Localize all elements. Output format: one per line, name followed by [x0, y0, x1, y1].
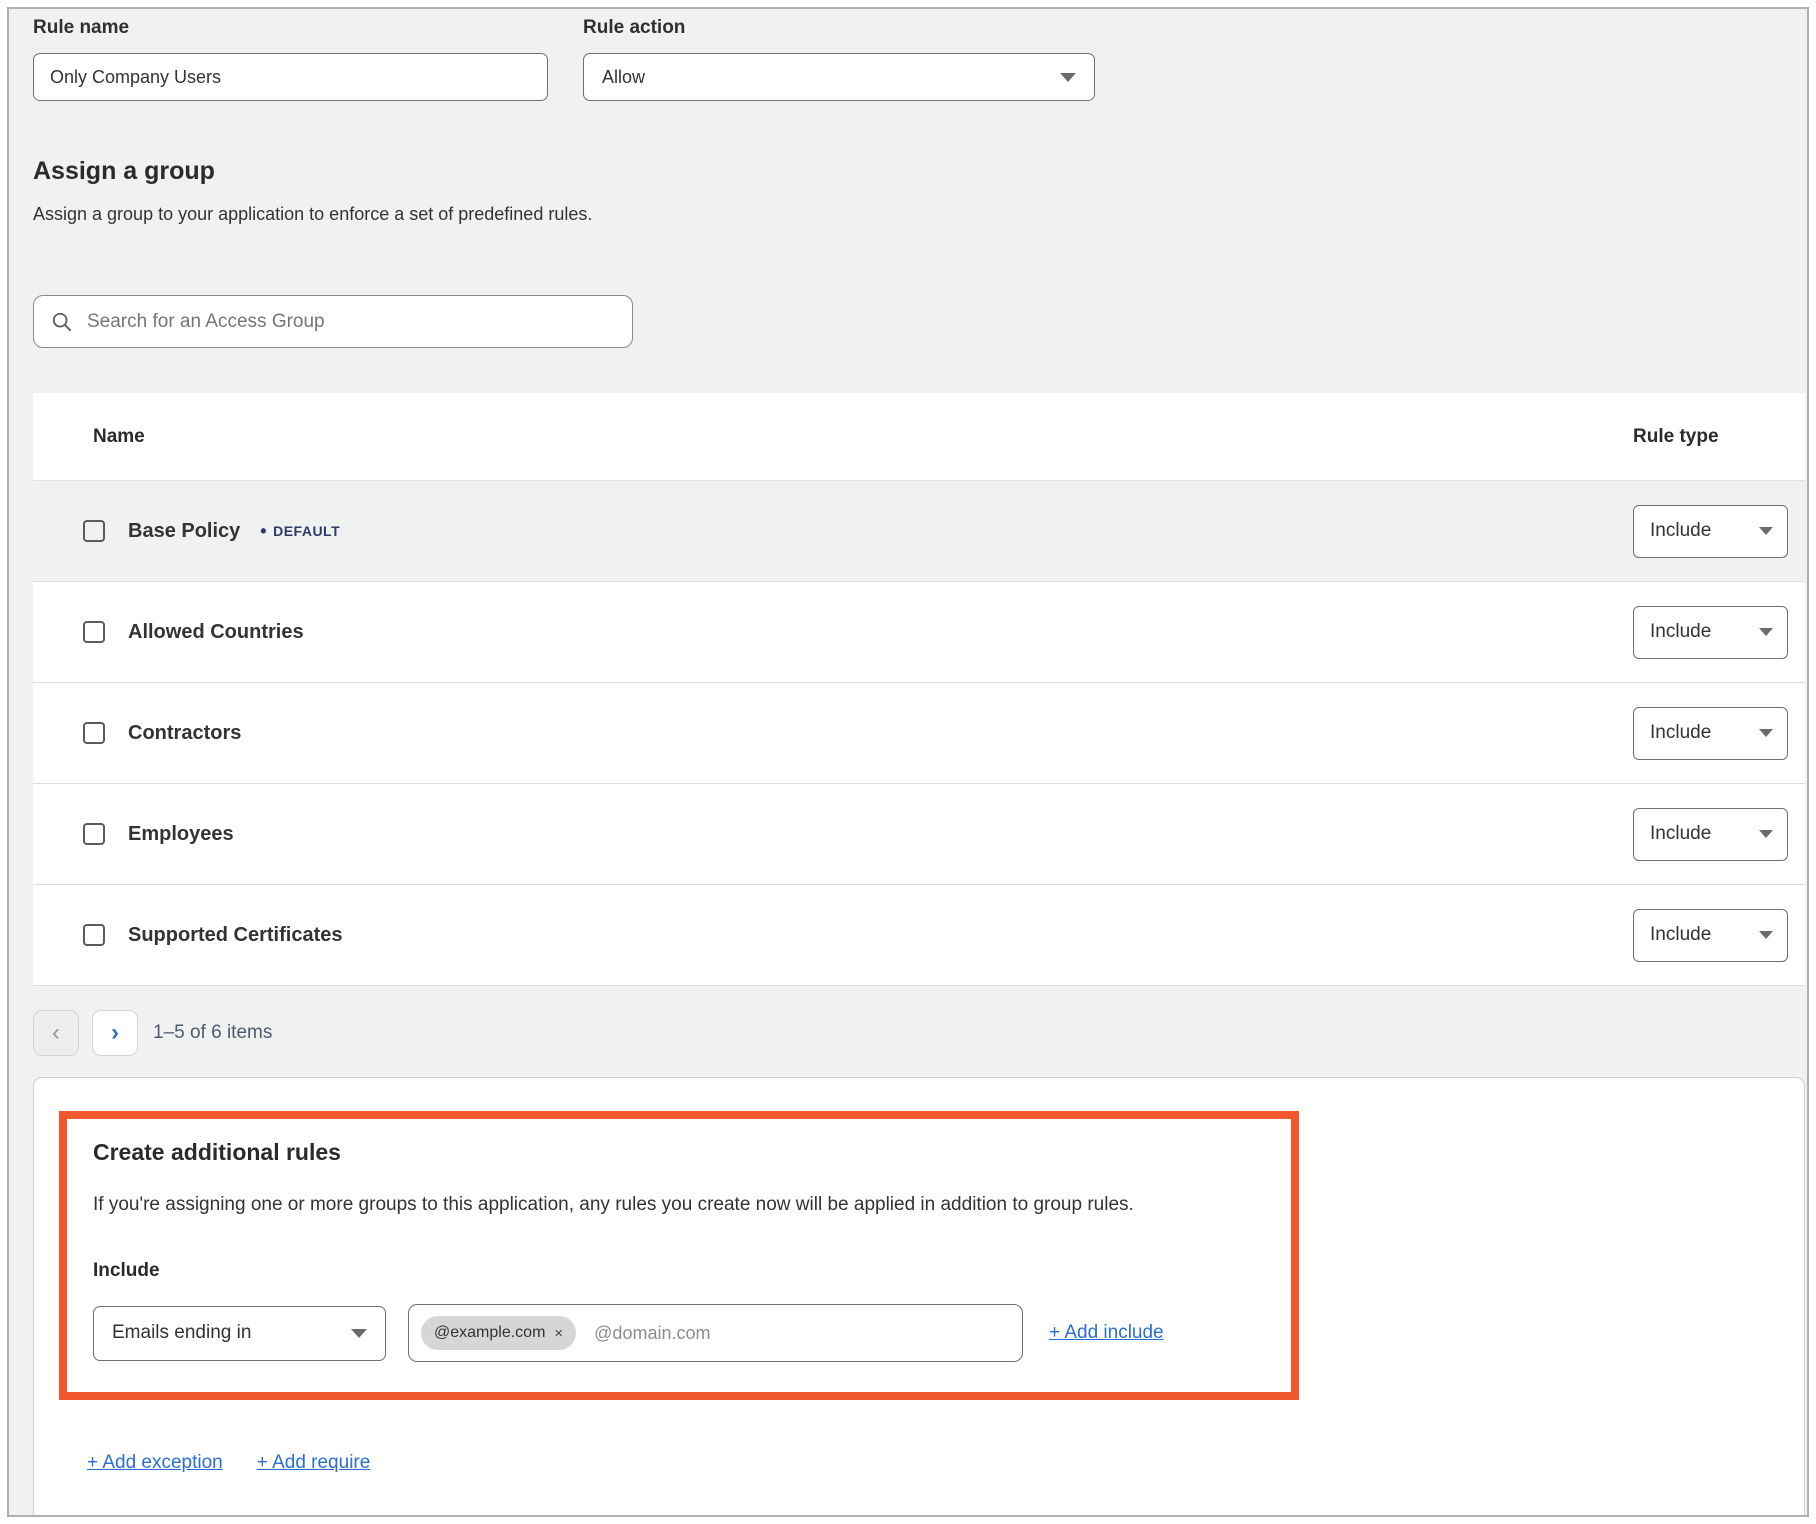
- rule-action-value: Allow: [602, 67, 645, 88]
- rule-action-label: Rule action: [583, 17, 1095, 39]
- search-icon: [51, 311, 73, 333]
- column-header-rule-type: Rule type: [1633, 426, 1793, 448]
- additional-rules-description: If you're assigning one or more groups t…: [93, 1194, 1265, 1216]
- rule-name-input[interactable]: [33, 53, 548, 101]
- rule-type-select[interactable]: Include: [1633, 707, 1788, 760]
- next-page-button[interactable]: ›: [92, 1010, 138, 1056]
- table-row: Contractors Include: [33, 683, 1805, 784]
- table-header: Name Rule type: [33, 393, 1805, 481]
- row-checkbox[interactable]: [83, 722, 105, 744]
- access-groups-table: Name Rule type Base Policy • DEFAULT Inc…: [33, 393, 1805, 986]
- pagination: ‹ › 1–5 of 6 items: [33, 1010, 1797, 1056]
- chevron-down-icon: [1759, 729, 1773, 737]
- rule-type-select[interactable]: Include: [1633, 808, 1788, 861]
- condition-type-value: Emails ending in: [112, 1322, 251, 1344]
- chevron-down-icon: [1060, 73, 1076, 82]
- default-badge: • DEFAULT: [260, 521, 340, 542]
- rule-type-select[interactable]: Include: [1633, 505, 1788, 558]
- group-name: Contractors: [128, 722, 241, 745]
- chevron-right-icon: ›: [111, 1021, 119, 1045]
- include-rule-row: Emails ending in @example.com × + Add in…: [93, 1304, 1265, 1362]
- chevron-down-icon: [1759, 931, 1773, 939]
- email-domain-input[interactable]: [592, 1322, 1010, 1345]
- column-header-name: Name: [93, 426, 1633, 448]
- table-row: Supported Certificates Include: [33, 885, 1805, 986]
- additional-rules-panel: Create additional rules If you're assign…: [33, 1077, 1805, 1517]
- chevron-left-icon: ‹: [52, 1021, 60, 1045]
- page-frame: Rule name Rule action Allow Assign a gro…: [7, 7, 1809, 1517]
- additional-rules-title: Create additional rules: [93, 1139, 1265, 1166]
- rule-name-label: Rule name: [33, 17, 548, 39]
- row-checkbox[interactable]: [83, 924, 105, 946]
- chevron-down-icon: [351, 1329, 367, 1338]
- add-exception-link[interactable]: + Add exception: [87, 1452, 223, 1474]
- row-checkbox[interactable]: [83, 621, 105, 643]
- group-name: Base Policy: [128, 520, 240, 543]
- search-input[interactable]: [85, 310, 624, 334]
- previous-page-button[interactable]: ‹: [33, 1010, 79, 1056]
- rule-type-value: Include: [1650, 722, 1711, 744]
- add-require-link[interactable]: + Add require: [257, 1452, 371, 1474]
- table-row: Allowed Countries Include: [33, 582, 1805, 683]
- chevron-down-icon: [1759, 628, 1773, 636]
- chip-label: @example.com: [434, 1324, 545, 1342]
- rule-type-value: Include: [1650, 924, 1711, 946]
- assign-group-title: Assign a group: [33, 157, 1797, 186]
- assign-group-description: Assign a group to your application to en…: [33, 204, 1797, 225]
- rule-type-select[interactable]: Include: [1633, 606, 1788, 659]
- rule-type-select[interactable]: Include: [1633, 909, 1788, 962]
- rule-action-select[interactable]: Allow: [583, 53, 1095, 101]
- row-checkbox[interactable]: [83, 823, 105, 845]
- condition-type-select[interactable]: Emails ending in: [93, 1306, 386, 1361]
- add-include-link[interactable]: + Add include: [1049, 1322, 1164, 1344]
- highlight-outline: Create additional rules If you're assign…: [59, 1111, 1299, 1400]
- badge-label: DEFAULT: [273, 523, 340, 539]
- chevron-down-icon: [1759, 527, 1773, 535]
- badge-bullet-icon: •: [260, 521, 267, 542]
- table-row: Employees Include: [33, 784, 1805, 885]
- email-domain-chip: @example.com ×: [421, 1316, 576, 1350]
- group-name: Employees: [128, 823, 234, 846]
- group-name: Supported Certificates: [128, 924, 342, 947]
- rule-type-value: Include: [1650, 621, 1711, 643]
- rule-action-links: + Add exception + Add require: [87, 1452, 1779, 1474]
- chevron-down-icon: [1759, 830, 1773, 838]
- rule-form: Rule name Rule action Allow: [33, 17, 1797, 101]
- rule-type-value: Include: [1650, 520, 1711, 542]
- group-name: Allowed Countries: [128, 621, 304, 644]
- chip-remove-icon[interactable]: ×: [554, 1325, 563, 1342]
- access-group-search[interactable]: [33, 295, 633, 348]
- include-label: Include: [93, 1260, 1265, 1282]
- rule-type-value: Include: [1650, 823, 1711, 845]
- table-row: Base Policy • DEFAULT Include: [33, 481, 1805, 582]
- pagination-label: 1–5 of 6 items: [153, 1022, 272, 1044]
- row-checkbox[interactable]: [83, 520, 105, 542]
- email-domain-tag-input[interactable]: @example.com ×: [408, 1304, 1023, 1362]
